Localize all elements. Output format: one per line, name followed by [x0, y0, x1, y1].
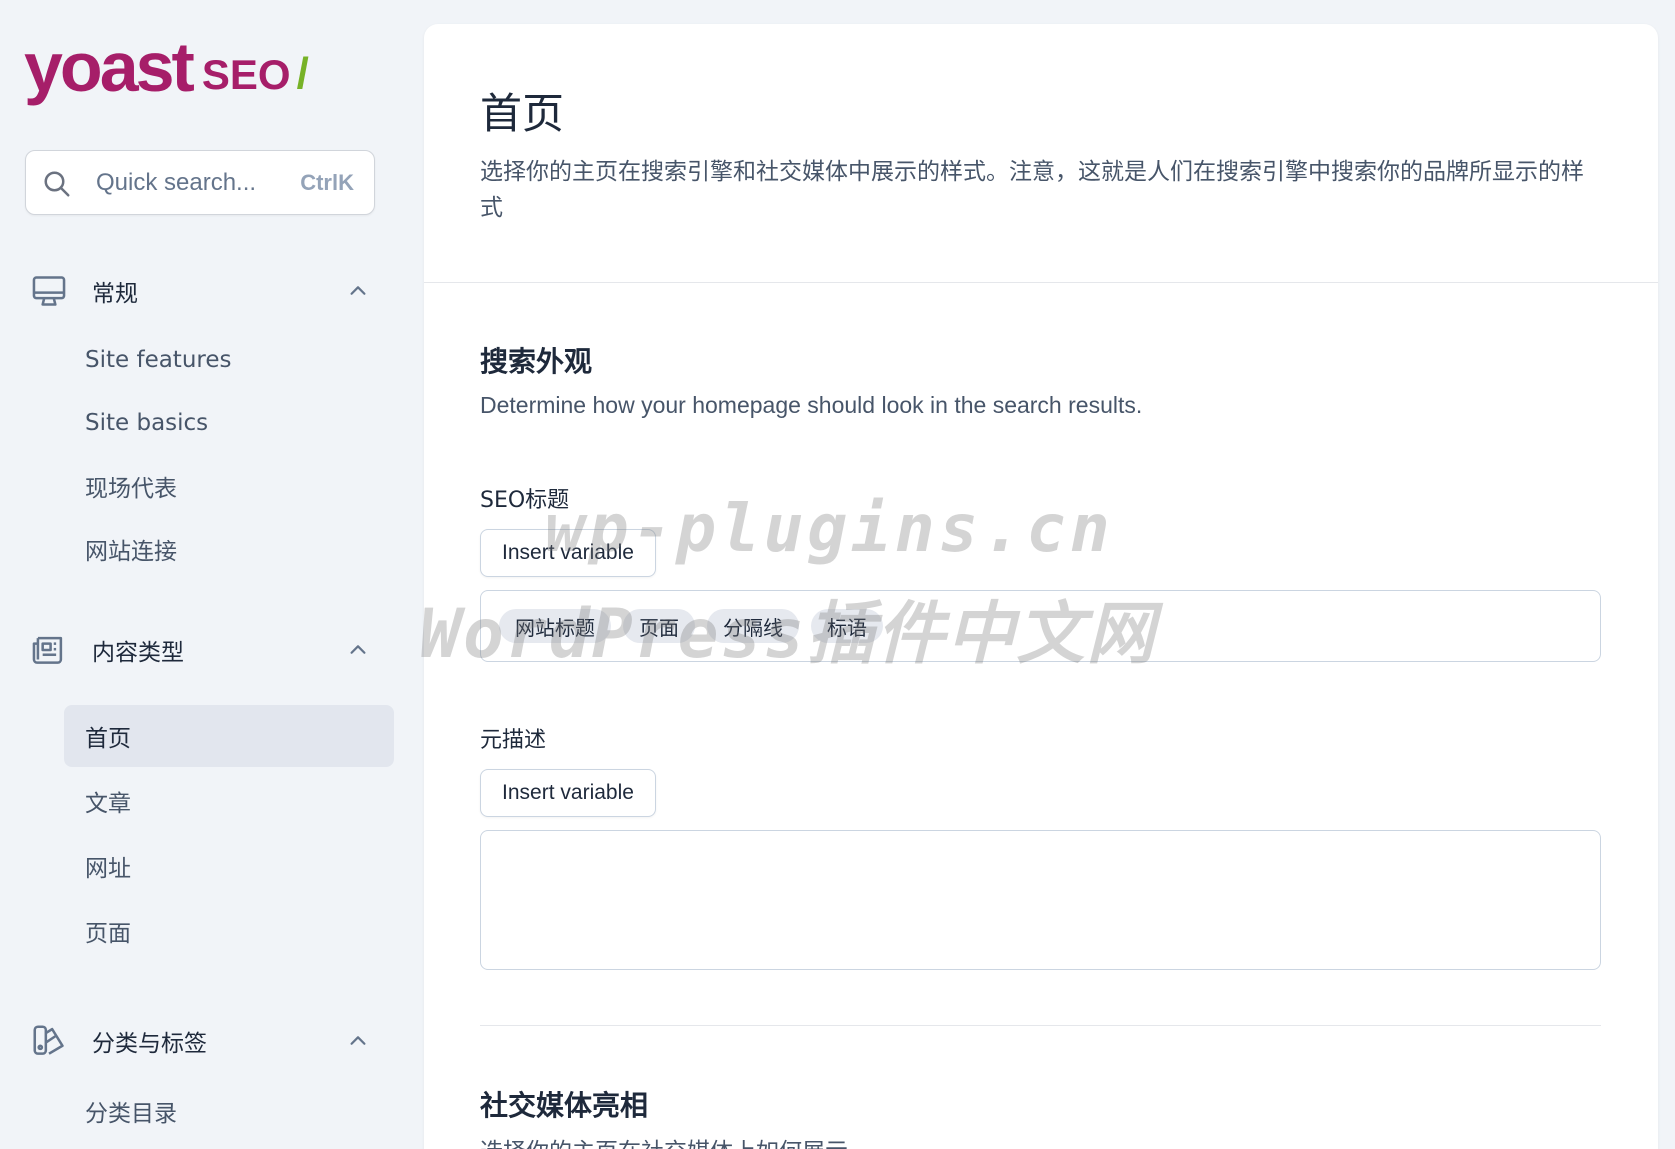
sidebar-section-categories-tags[interactable]: 分类与标签 — [30, 1016, 375, 1066]
page-title: 首页 — [480, 89, 565, 138]
sidebar-item-urls[interactable]: 网址 — [64, 835, 394, 897]
seo-title-insert-variable-button[interactable]: Insert variable — [480, 529, 656, 577]
sidebar-item-pages[interactable]: 页面 — [64, 900, 394, 962]
social-appearance-subtitle: 选择你的主页在社交媒体上如何展示 — [480, 1132, 848, 1149]
sidebar-section-label: 内容类型 — [92, 640, 184, 666]
variable-chip-separator[interactable]: 分隔线 — [707, 609, 799, 643]
sidebar-item-categories[interactable]: 分类目录 — [64, 1080, 394, 1142]
meta-description-label: 元描述 — [480, 728, 547, 753]
sidebar: yoast SEO / CtrlK 常规 Site features Site … — [0, 0, 420, 1149]
seo-title-input[interactable]: 网站标题 页面 分隔线 标语 — [480, 590, 1601, 662]
search-shortcut-hint: CtrlK — [300, 170, 354, 195]
sidebar-item-posts[interactable]: 文章 — [64, 770, 394, 832]
meta-description-insert-variable-button[interactable]: Insert variable — [480, 769, 656, 817]
quick-search-box[interactable]: CtrlK — [25, 150, 375, 215]
sidebar-section-label: 常规 — [92, 281, 138, 307]
yoast-seo-logo[interactable]: yoast SEO / — [24, 18, 309, 102]
chevron-up-icon[interactable] — [347, 639, 369, 661]
tags-icon — [33, 1025, 64, 1055]
sidebar-item-site-features[interactable]: Site features — [64, 329, 394, 391]
logo-slash: / — [296, 49, 309, 98]
chevron-up-icon[interactable] — [347, 280, 369, 302]
quick-search-input[interactable] — [96, 151, 296, 214]
search-appearance-subtitle: Determine how your homepage should look … — [480, 392, 1143, 418]
newspaper-icon — [32, 636, 63, 664]
sidebar-section-general[interactable]: 常规 — [30, 266, 375, 316]
chevron-up-icon[interactable] — [347, 1030, 369, 1052]
search-icon — [44, 171, 70, 197]
settings-card: 首页 选择你的主页在搜索引擎和社交媒体中展示的样式。注意，这就是人们在搜索引擎中… — [424, 24, 1658, 1149]
page-description: 选择你的主页在搜索引擎和社交媒体中展示的样式。注意，这就是人们在搜索引擎中搜索你… — [480, 159, 1584, 221]
sidebar-item-site-basics[interactable]: Site basics — [64, 392, 394, 454]
logo-word-seo: SEO — [201, 51, 291, 98]
variable-chip-page[interactable]: 页面 — [623, 609, 695, 643]
divider — [480, 1025, 1601, 1026]
social-appearance-title: 社交媒体亮相 — [480, 1089, 649, 1122]
sidebar-section-content-types[interactable]: 内容类型 — [30, 625, 375, 675]
variable-chip-tagline[interactable]: 标语 — [811, 609, 883, 643]
logo-word-yoast: yoast — [24, 28, 195, 106]
sidebar-item-site-representation[interactable]: 现场代表 — [64, 455, 394, 517]
variable-chip-site-title[interactable]: 网站标题 — [499, 609, 611, 643]
seo-title-label: SEO标题 — [480, 488, 570, 513]
divider — [424, 282, 1658, 283]
sidebar-section-label: 分类与标签 — [92, 1031, 207, 1057]
meta-description-input[interactable] — [480, 830, 1601, 970]
sidebar-item-homepage[interactable]: 首页 — [64, 705, 394, 767]
search-appearance-title: 搜索外观 — [480, 345, 593, 378]
sidebar-item-site-connections[interactable]: 网站连接 — [64, 518, 394, 580]
desktop-icon — [32, 276, 66, 306]
